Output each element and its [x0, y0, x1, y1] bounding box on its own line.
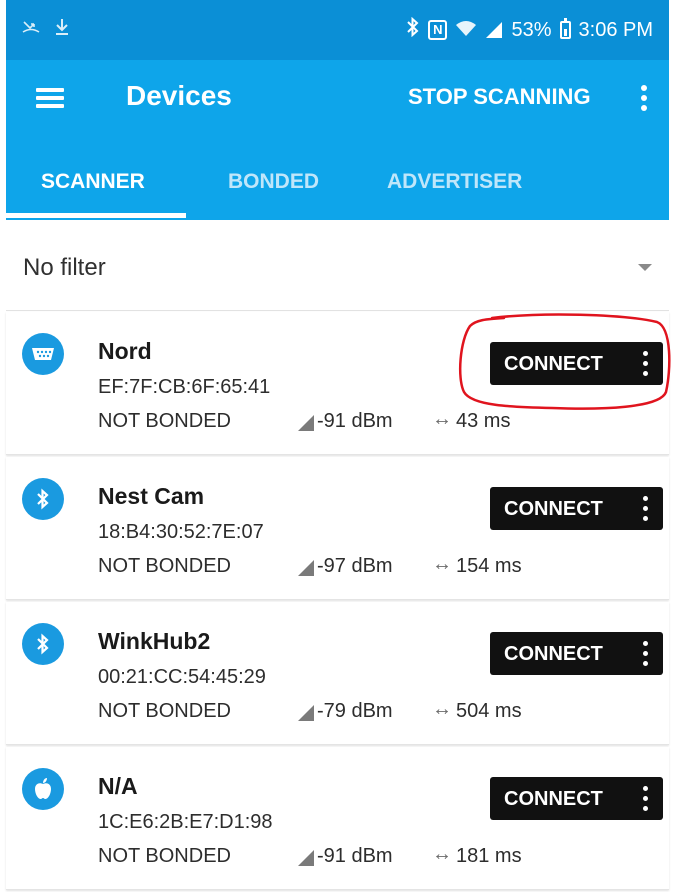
page-title: Devices [126, 80, 232, 111]
tab-bar: SCANNER BONDED ADVERTISER [6, 136, 669, 220]
device-address: 18:B4:30:52:7E:07 [98, 521, 264, 543]
filter-divider [6, 310, 669, 311]
bond-state: NOT BONDED [98, 555, 231, 577]
filter-selected-value: No filter [23, 254, 106, 281]
serial-port-icon [22, 333, 64, 375]
interval-value: 154 ms [456, 555, 522, 577]
device-more-options-icon[interactable] [636, 490, 656, 527]
interval-arrow-icon: ↔ [432, 408, 452, 430]
connect-label: CONNECT [504, 788, 603, 810]
connect-label: CONNECT [504, 353, 603, 375]
rssi-value: -97 dBm [317, 555, 393, 577]
interval-value: 504 ms [456, 700, 522, 722]
bond-state: NOT BONDED [98, 845, 231, 867]
device-address: 1C:E6:2B:E7:D1:98 [98, 811, 273, 833]
more-options-icon[interactable] [634, 78, 654, 118]
wifi-icon [455, 19, 477, 42]
rssi-value: -91 dBm [317, 845, 393, 867]
connect-button[interactable]: CONNECT [490, 342, 663, 385]
device-more-options-icon[interactable] [636, 635, 656, 672]
rssi-signal-icon [298, 560, 314, 576]
dropdown-arrow-icon [638, 264, 652, 271]
tab-bonded[interactable]: BONDED [228, 170, 319, 194]
nfc-icon: N [428, 20, 448, 40]
connect-label: CONNECT [504, 643, 603, 665]
rssi-signal-icon [298, 850, 314, 866]
device-name: N/A [98, 773, 138, 799]
tab-scanner[interactable]: SCANNER [41, 170, 145, 194]
active-tab-indicator [6, 213, 186, 218]
rssi-signal-icon [298, 705, 314, 721]
device-name: Nord [98, 338, 152, 364]
device-name: WinkHub2 [98, 628, 211, 654]
device-card[interactable]: WinkHub2 00:21:CC:54:45:29 NOT BONDED -7… [6, 602, 669, 745]
device-more-options-icon[interactable] [636, 780, 656, 817]
status-left-icons [6, 18, 70, 42]
stop-scanning-button[interactable]: STOP SCANNING [408, 84, 591, 110]
device-more-options-icon[interactable] [636, 345, 656, 382]
battery-percent: 53% [511, 18, 552, 41]
rssi-signal-icon [298, 415, 314, 431]
bluetooth-icon [22, 623, 64, 665]
bond-state: NOT BONDED [98, 700, 231, 722]
device-card[interactable]: N/A 1C:E6:2B:E7:D1:98 NOT BONDED -91 dBm… [6, 747, 669, 890]
device-list: Nord EF:7F:CB:6F:65:41 NOT BONDED -91 dB… [6, 312, 669, 892]
bluetooth-icon [22, 478, 64, 520]
device-card[interactable]: Nest Cam 18:B4:30:52:7E:07 NOT BONDED -9… [6, 457, 669, 600]
interval-value: 181 ms [456, 845, 522, 867]
connect-button[interactable]: CONNECT [490, 632, 663, 675]
device-name: Nest Cam [98, 483, 205, 509]
device-address: 00:21:CC:54:45:29 [98, 666, 266, 688]
connect-button[interactable]: CONNECT [490, 487, 663, 530]
status-time: 3:06 PM [578, 18, 653, 41]
download-icon [54, 18, 70, 42]
hamburger-menu-icon[interactable] [32, 82, 74, 114]
signal-icon [485, 21, 503, 39]
filter-dropdown[interactable]: No filter [6, 228, 669, 310]
interval-arrow-icon: ↔ [432, 698, 452, 720]
apple-icon [22, 768, 64, 810]
bond-state: NOT BONDED [98, 410, 231, 432]
device-card[interactable]: Nord EF:7F:CB:6F:65:41 NOT BONDED -91 dB… [6, 312, 669, 455]
status-bar: N 53% 3:06 PM [6, 0, 669, 60]
interval-value: 43 ms [456, 410, 511, 432]
interval-arrow-icon: ↔ [432, 553, 452, 575]
missed-call-icon [22, 18, 40, 42]
connect-label: CONNECT [504, 498, 603, 520]
rssi-value: -79 dBm [317, 700, 393, 722]
interval-arrow-icon: ↔ [432, 843, 452, 865]
device-address: EF:7F:CB:6F:65:41 [98, 376, 271, 398]
bluetooth-icon [406, 16, 420, 43]
connect-button[interactable]: CONNECT [490, 777, 663, 820]
battery-icon [559, 18, 571, 39]
status-right-icons: N 53% 3:06 PM [406, 16, 669, 43]
rssi-value: -91 dBm [317, 410, 393, 432]
app-bar: Devices STOP SCANNING [6, 60, 669, 136]
tab-advertiser[interactable]: ADVERTISER [387, 170, 522, 194]
